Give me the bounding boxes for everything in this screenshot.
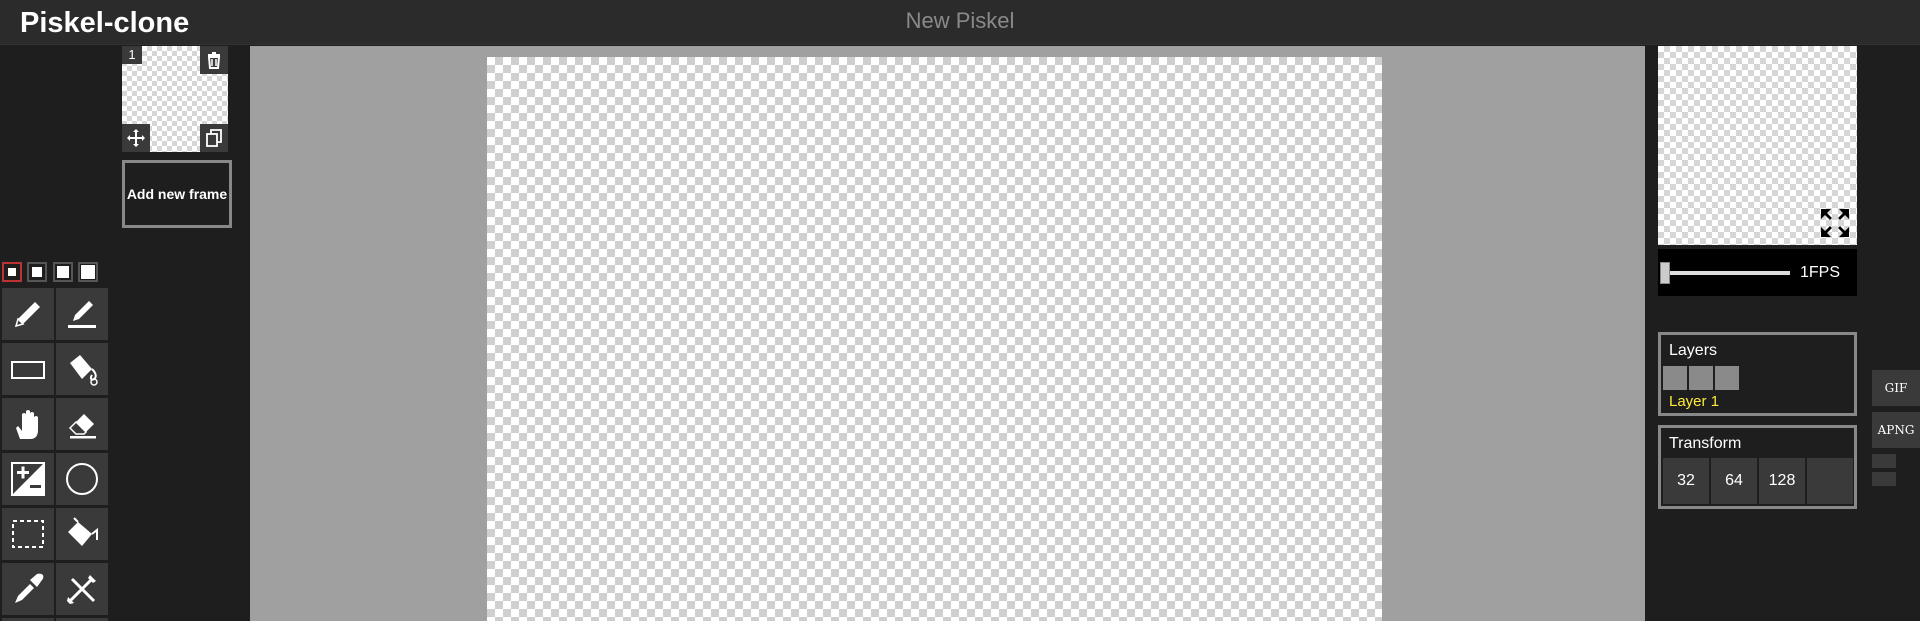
- fps-slider-track[interactable]: [1668, 271, 1790, 275]
- extra-export-button-2[interactable]: [1872, 472, 1896, 486]
- rectangle-select-tool[interactable]: [2, 508, 54, 560]
- pen-size-1[interactable]: [2, 262, 22, 282]
- pen-size-4-dot: [81, 265, 95, 279]
- bucket-swap-icon: [68, 517, 98, 546]
- crossed-tools-icon: [67, 575, 96, 604]
- stroke-tool[interactable]: [56, 288, 108, 340]
- paint-bucket-icon: [70, 355, 98, 386]
- pen-size-2-dot: [32, 267, 42, 277]
- copy-icon: [206, 129, 222, 147]
- circle-tool[interactable]: [56, 453, 108, 505]
- pen-tool[interactable]: [2, 288, 54, 340]
- pen-size-4[interactable]: [78, 262, 98, 282]
- pen-size-3-dot: [57, 266, 69, 278]
- circle-icon: [66, 463, 98, 495]
- pen-size-3[interactable]: [53, 262, 73, 282]
- move-arrows-icon: [127, 129, 145, 147]
- expand-icon: [1821, 209, 1849, 237]
- fps-control: 1FPS: [1658, 249, 1857, 296]
- transform-panel: Transform 32 64 128: [1658, 425, 1857, 509]
- resize-128-button[interactable]: 128: [1759, 458, 1805, 504]
- eyedropper-icon: [15, 573, 44, 603]
- drawing-canvas[interactable]: [487, 57, 1382, 621]
- lighten-tool[interactable]: [2, 453, 54, 505]
- paint-bucket-tool[interactable]: [56, 343, 108, 395]
- pen-size-2[interactable]: [27, 262, 47, 282]
- color-picker-tool[interactable]: [2, 563, 54, 615]
- transform-extra-button[interactable]: [1807, 458, 1853, 504]
- document-title[interactable]: New Piskel: [0, 8, 1920, 34]
- frame-number: 1: [122, 46, 142, 64]
- resize-64-button[interactable]: 64: [1711, 458, 1757, 504]
- layer-up-button[interactable]: [1689, 366, 1713, 390]
- layer-item[interactable]: Layer 1: [1669, 393, 1719, 411]
- frame-thumbnail[interactable]: 1: [122, 46, 228, 152]
- color-swap-tool[interactable]: [56, 508, 108, 560]
- fps-label: 1FPS: [1800, 264, 1841, 281]
- pencil-icon: [14, 302, 40, 328]
- add-layer-button[interactable]: [1663, 366, 1687, 390]
- fullscreen-preview-button[interactable]: [1819, 207, 1851, 239]
- trash-icon: [207, 52, 221, 69]
- extra-export-button-1[interactable]: [1872, 454, 1896, 468]
- eraser-icon: [68, 414, 96, 439]
- move-tool[interactable]: [2, 398, 54, 450]
- duplicate-frame-button[interactable]: [200, 124, 228, 152]
- plus-minus-icon: [11, 462, 45, 496]
- hand-icon: [16, 410, 38, 439]
- delete-frame-button[interactable]: [200, 46, 228, 74]
- rectangle-icon: [11, 361, 45, 379]
- dithering-tool[interactable]: [56, 563, 108, 615]
- move-frame-handle[interactable]: [122, 124, 150, 152]
- layers-panel: Layers Layer 1: [1658, 332, 1857, 416]
- add-new-frame-button[interactable]: Add new frame: [122, 160, 232, 228]
- export-gif-button[interactable]: GIF: [1872, 370, 1920, 406]
- transform-title: Transform: [1669, 435, 1742, 452]
- resize-32-button[interactable]: 32: [1663, 458, 1709, 504]
- layer-down-button[interactable]: [1715, 366, 1739, 390]
- export-apng-button[interactable]: APNG: [1872, 412, 1920, 448]
- eraser-tool[interactable]: [56, 398, 108, 450]
- fps-slider-thumb[interactable]: [1660, 262, 1670, 284]
- stroke-icon: [68, 301, 96, 328]
- animation-preview: [1658, 46, 1857, 245]
- dashed-rect-icon: [12, 520, 44, 548]
- layers-title: Layers: [1669, 342, 1718, 359]
- pen-size-1-dot: [8, 268, 16, 276]
- header: Piskel-clone New Piskel: [0, 0, 1920, 45]
- rectangle-tool[interactable]: [2, 343, 54, 395]
